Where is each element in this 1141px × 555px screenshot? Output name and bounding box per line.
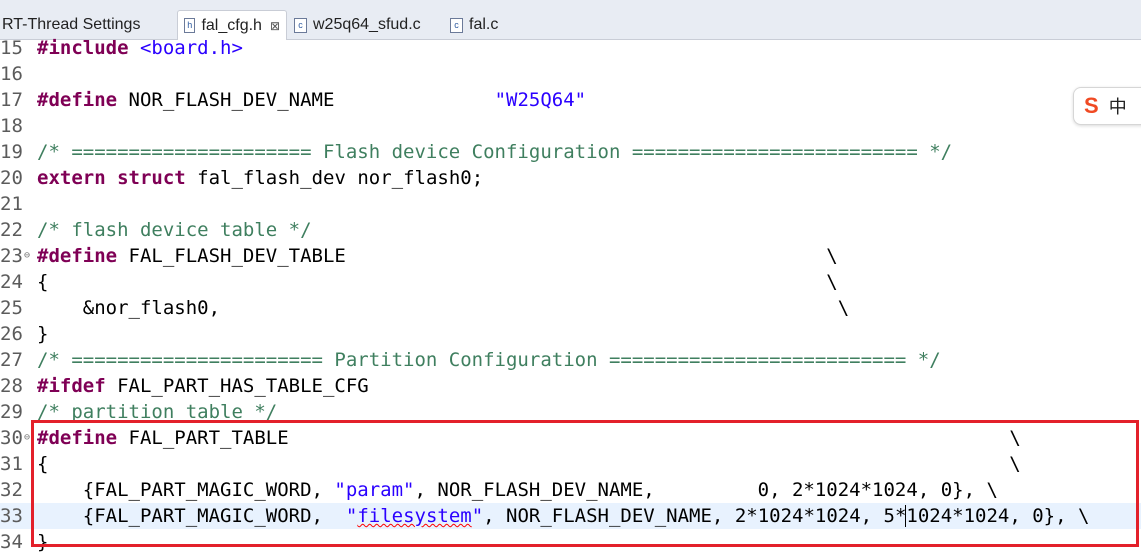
code-line[interactable]: 29 /* partition table */ — [0, 399, 1141, 425]
code-text[interactable]: #ifdef FAL_PART_HAS_TABLE_CFG — [37, 373, 369, 399]
line-number: 19 — [0, 141, 23, 163]
code-text[interactable]: } — [37, 321, 48, 347]
code-text[interactable]: #define FAL_PART_TABLE \ — [37, 425, 1021, 451]
fold-toggle-icon[interactable]: ⊖ — [24, 425, 30, 451]
sogou-logo-icon: S — [1084, 93, 1099, 118]
line-number: 18 — [0, 115, 23, 137]
code-line[interactable]: 19 /* ===================== Flash device … — [0, 139, 1141, 165]
line-number: 32 — [0, 479, 23, 501]
code-line[interactable]: 27 /* ====================== Partition Co… — [0, 347, 1141, 373]
code-text[interactable]: } — [37, 529, 48, 555]
line-number: 28 — [0, 375, 23, 397]
line-number: 31 — [0, 453, 23, 475]
line-number: 25 — [0, 297, 23, 319]
c-file-icon: c — [450, 17, 463, 33]
code-line[interactable]: 23 ⊖ #define FAL_FLASH_DEV_TABLE \ — [0, 243, 1141, 269]
code-text[interactable]: #define FAL_FLASH_DEV_TABLE \ — [37, 243, 838, 269]
code-text[interactable]: /* partition table */ — [37, 399, 277, 425]
code-line[interactable]: 30 ⊖ #define FAL_PART_TABLE \ — [0, 425, 1141, 451]
code-line[interactable]: 21 — [0, 191, 1141, 217]
code-line[interactable]: 31 { \ — [0, 451, 1141, 477]
code-text[interactable]: extern struct fal_flash_dev nor_flash0; — [37, 165, 483, 191]
close-icon[interactable]: ⊠ — [270, 19, 280, 33]
line-number: 21 — [0, 193, 23, 215]
line-number: 29 — [0, 401, 23, 423]
code-text[interactable]: &nor_flash0, \ — [37, 295, 849, 321]
code-line[interactable]: 28 #ifdef FAL_PART_HAS_TABLE_CFG — [0, 373, 1141, 399]
code-line[interactable]: 24 { \ — [0, 269, 1141, 295]
line-number: 15 — [0, 37, 23, 59]
code-line[interactable]: 17 #define NOR_FLASH_DEV_NAME "W25Q64" — [0, 87, 1141, 113]
ime-mode-indicator[interactable]: 中 — [1109, 93, 1127, 119]
code-line[interactable]: 25 &nor_flash0, \ — [0, 295, 1141, 321]
line-number: 24 — [0, 271, 23, 293]
line-number: 17 — [0, 89, 23, 111]
fold-toggle-icon[interactable]: ⊖ — [24, 243, 30, 269]
code-line[interactable]: 20 extern struct fal_flash_dev nor_flash0… — [0, 165, 1141, 191]
line-number: 16 — [0, 63, 23, 85]
editor-tab-bar: RT-Thread Settings h fal_cfg.h ⊠ c w25q6… — [0, 0, 1141, 40]
code-text[interactable]: { \ — [37, 451, 1021, 477]
code-line[interactable]: 22 /* flash device table */ — [0, 217, 1141, 243]
code-line[interactable]: 18 — [0, 113, 1141, 139]
line-number: 20 — [0, 167, 23, 189]
code-text[interactable]: /* flash device table */ — [37, 217, 312, 243]
line-number: 34 — [0, 531, 23, 553]
code-line[interactable]: 15 #include <board.h> — [0, 35, 1141, 61]
code-text[interactable]: /* ===================== Flash device Co… — [37, 139, 952, 165]
tab-label: w25q64_sfud.c — [313, 16, 421, 33]
code-editor[interactable]: 15 #include <board.h> 16 17 #define NOR_FLAS… — [0, 37, 1141, 555]
code-text[interactable]: {FAL_PART_MAGIC_WORD, "filesystem", NOR_… — [37, 503, 1089, 529]
line-number: 22 — [0, 219, 23, 241]
ime-toolbar[interactable]: S 中 — [1073, 87, 1141, 125]
c-file-icon: c — [294, 17, 307, 33]
code-line[interactable]: 32 {FAL_PART_MAGIC_WORD, "param", NOR_FL… — [0, 477, 1141, 503]
line-number: 27 — [0, 349, 23, 371]
tab-label: fal_cfg.h — [201, 16, 262, 34]
line-number: 33 — [0, 505, 23, 527]
code-line[interactable]: 34} — [0, 529, 1141, 555]
header-file-icon: h — [184, 18, 196, 33]
code-line[interactable]: 26} — [0, 321, 1141, 347]
tab-label: RT-Thread Settings — [2, 16, 141, 33]
code-text[interactable]: {FAL_PART_MAGIC_WORD, "param", NOR_FLASH… — [37, 477, 998, 503]
line-number: 26 — [0, 323, 23, 345]
code-text[interactable]: { \ — [37, 269, 838, 295]
code-text[interactable]: #define NOR_FLASH_DEV_NAME "W25Q64" — [37, 87, 586, 113]
code-line[interactable]: 33 {FAL_PART_MAGIC_WORD, "filesystem", N… — [0, 503, 1141, 529]
code-line[interactable]: 16 — [0, 61, 1141, 87]
code-text[interactable]: #include <board.h> — [37, 35, 243, 61]
code-text[interactable]: /* ====================== Partition Conf… — [37, 347, 941, 373]
tab-label: fal.c — [469, 16, 499, 33]
